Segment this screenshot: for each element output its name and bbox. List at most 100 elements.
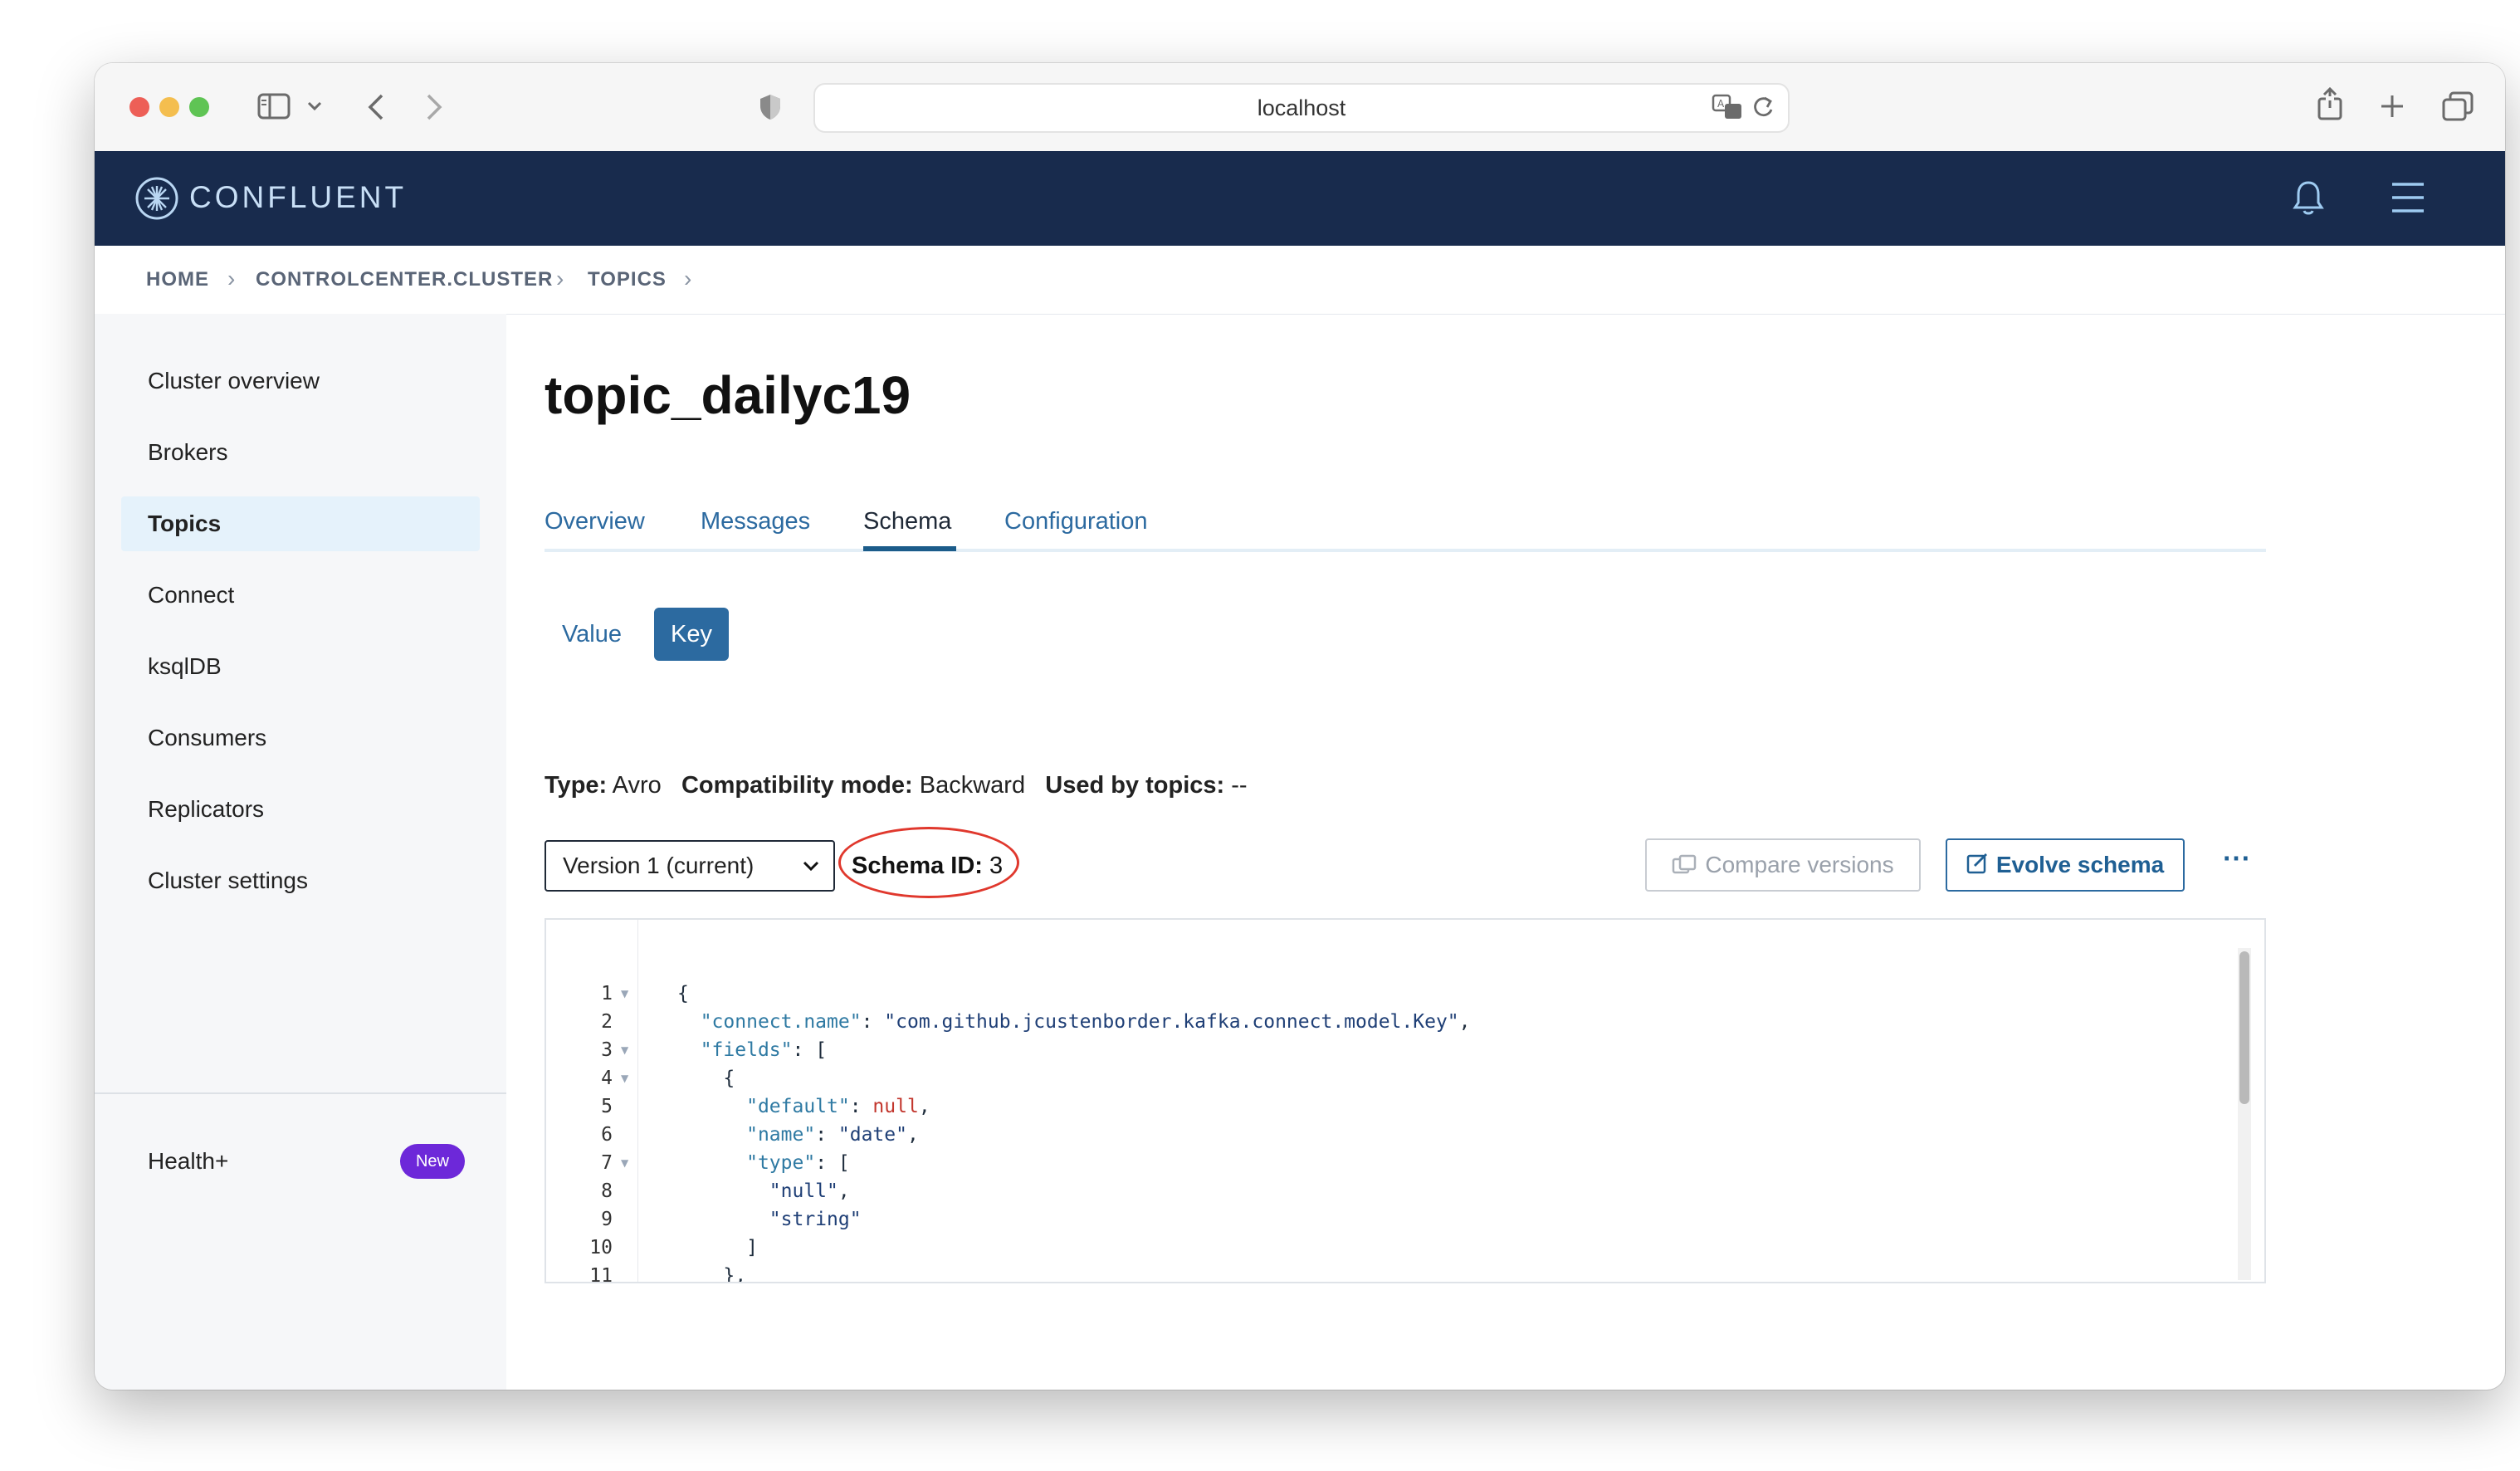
hamburger-menu-icon[interactable]	[2391, 181, 2425, 214]
used-by-topics-label: Used by topics:	[1045, 772, 1225, 799]
active-tab-indicator	[863, 546, 956, 551]
back-arrow-icon[interactable]	[367, 93, 385, 121]
sidebar-item-topics[interactable]: Topics	[121, 496, 480, 551]
reload-icon[interactable]	[1751, 95, 1775, 120]
code-line: {	[677, 1068, 735, 1089]
edit-icon	[1966, 842, 1988, 892]
version-select[interactable]: Version 1 (current)	[545, 840, 835, 892]
line-number: 8	[601, 1180, 613, 1202]
version-select-value: Version 1 (current)	[563, 853, 755, 878]
bell-icon[interactable]	[2293, 179, 2324, 216]
evolve-schema-button[interactable]: Evolve schema	[1946, 838, 2185, 892]
brand-name[interactable]: CONFLUENT	[189, 178, 407, 217]
code-token: },	[723, 1265, 747, 1283]
translate-icon[interactable]: A	[1712, 93, 1743, 121]
minimize-window-button[interactable]	[159, 97, 179, 117]
fold-arrow-icon[interactable]: ▼	[621, 1044, 628, 1056]
chevron-right-icon: ›	[227, 266, 236, 291]
breadcrumb-home[interactable]: HOME	[146, 246, 209, 314]
sidebar-item-health-plus[interactable]: Health+	[121, 1134, 337, 1189]
sidebar-item-cluster-settings[interactable]: Cluster settings	[121, 853, 480, 908]
line-number: 4	[601, 1068, 613, 1089]
code-line: },	[677, 1265, 747, 1283]
compatibility-label: Compatibility mode:	[681, 772, 913, 799]
address-bar[interactable]: localhost A	[813, 83, 1790, 133]
code-token: "name"	[746, 1124, 816, 1146]
code-line: "fields": [	[700, 1039, 828, 1061]
line-number-gutter: 1 ▼ 2 3 ▼ 4 ▼ 5 6 7 ▼ 8 9 10 11	[546, 920, 638, 1282]
line-number: 9	[601, 1209, 613, 1230]
sidebar-item-consumers[interactable]: Consumers	[121, 711, 480, 765]
shield-icon[interactable]	[759, 93, 782, 121]
code-token: "date"	[838, 1124, 907, 1146]
evolve-schema-label: Evolve schema	[1995, 852, 2165, 877]
schema-meta: Type: Avro Compatibility mode: Backward …	[545, 769, 1248, 802]
code-line: "default": null,	[746, 1096, 930, 1117]
code-token: "connect.name"	[700, 1011, 862, 1033]
code-token: "null"	[769, 1180, 838, 1202]
zoom-window-button[interactable]	[189, 97, 209, 117]
type-value: Avro	[612, 772, 662, 799]
breadcrumb-topics[interactable]: TOPICS	[588, 246, 667, 314]
line-number: 5	[601, 1096, 613, 1117]
code-token: "string"	[769, 1209, 862, 1230]
chevron-right-icon: ›	[556, 266, 564, 291]
page-title: topic_dailyc19	[545, 365, 911, 425]
line-number: 1	[601, 983, 613, 1004]
code-token: {	[723, 1068, 735, 1089]
breadcrumb-cluster[interactable]: CONTROLCENTER.CLUSTER	[256, 246, 553, 314]
fold-arrow-icon[interactable]: ▼	[621, 1073, 628, 1084]
code-line: {	[677, 983, 689, 1004]
schema-value-toggle[interactable]: Value	[545, 608, 639, 661]
fold-arrow-icon[interactable]: ▼	[621, 988, 628, 999]
code-token: "type"	[746, 1152, 816, 1174]
type-label: Type:	[545, 772, 608, 799]
code-token: "fields"	[700, 1039, 793, 1061]
tab-configuration[interactable]: Configuration	[1004, 496, 1148, 546]
fold-arrow-icon[interactable]: ▼	[621, 1157, 628, 1169]
url-text: localhost	[1257, 95, 1346, 120]
schema-key-toggle[interactable]: Key	[654, 608, 729, 661]
schema-code-editor[interactable]: 1 ▼ 2 3 ▼ 4 ▼ 5 6 7 ▼ 8 9 10 11 { "conne…	[545, 918, 2266, 1283]
sidebar-item-ksqldb[interactable]: ksqlDB	[121, 639, 480, 694]
code-line: "type": [	[746, 1152, 850, 1174]
chevron-down-icon[interactable]	[307, 101, 322, 111]
code-token: [	[815, 1039, 828, 1061]
line-number: 11	[589, 1265, 613, 1283]
share-icon[interactable]	[2316, 86, 2344, 121]
browser-toolbar: localhost A	[95, 63, 2505, 152]
sidebar-item-connect[interactable]: Connect	[121, 568, 480, 623]
line-number: 3	[601, 1039, 613, 1061]
sidebar-item-brokers[interactable]: Brokers	[121, 425, 480, 480]
breadcrumb: HOME › CONTROLCENTER.CLUSTER › TOPICS ›	[95, 246, 2505, 315]
compare-versions-label: Compare versions	[1705, 852, 1894, 877]
code-line: ]	[677, 1237, 758, 1258]
tab-messages[interactable]: Messages	[701, 496, 810, 546]
tab-overview-icon[interactable]	[2442, 91, 2474, 121]
code-line: "string"	[677, 1209, 862, 1230]
used-by-topics-value: --	[1231, 772, 1248, 799]
chevron-right-icon: ›	[684, 266, 692, 291]
chevron-down-icon	[802, 857, 820, 879]
sidebar-item-replicators[interactable]: Replicators	[121, 782, 480, 837]
editor-scroll-thumb[interactable]	[2239, 951, 2249, 1104]
code-token: {	[677, 983, 689, 1004]
compare-versions-button[interactable]: Compare versions	[1645, 838, 1921, 892]
sidebar-toggle-icon[interactable]	[257, 93, 291, 120]
confluent-logo-icon[interactable]	[134, 176, 179, 221]
code-line: "name": "date",	[746, 1124, 919, 1146]
tab-schema[interactable]: Schema	[863, 496, 951, 546]
more-options-icon[interactable]: ⋯	[2213, 840, 2259, 887]
code-token: "com.github.jcustenborder.kafka.connect.…	[884, 1011, 1459, 1033]
sidebar-item-cluster-overview[interactable]: Cluster overview	[121, 354, 480, 408]
tab-overview[interactable]: Overview	[545, 496, 645, 546]
compare-icon	[1672, 842, 1697, 892]
forward-arrow-icon[interactable]	[425, 93, 443, 121]
new-badge: New	[400, 1144, 465, 1179]
new-tab-plus-icon[interactable]	[2379, 93, 2405, 120]
code-token: [	[838, 1152, 850, 1174]
close-window-button[interactable]	[129, 97, 149, 117]
tabs-divider	[545, 549, 2266, 552]
line-number: 6	[601, 1124, 613, 1146]
highlight-ellipse	[838, 827, 1019, 898]
